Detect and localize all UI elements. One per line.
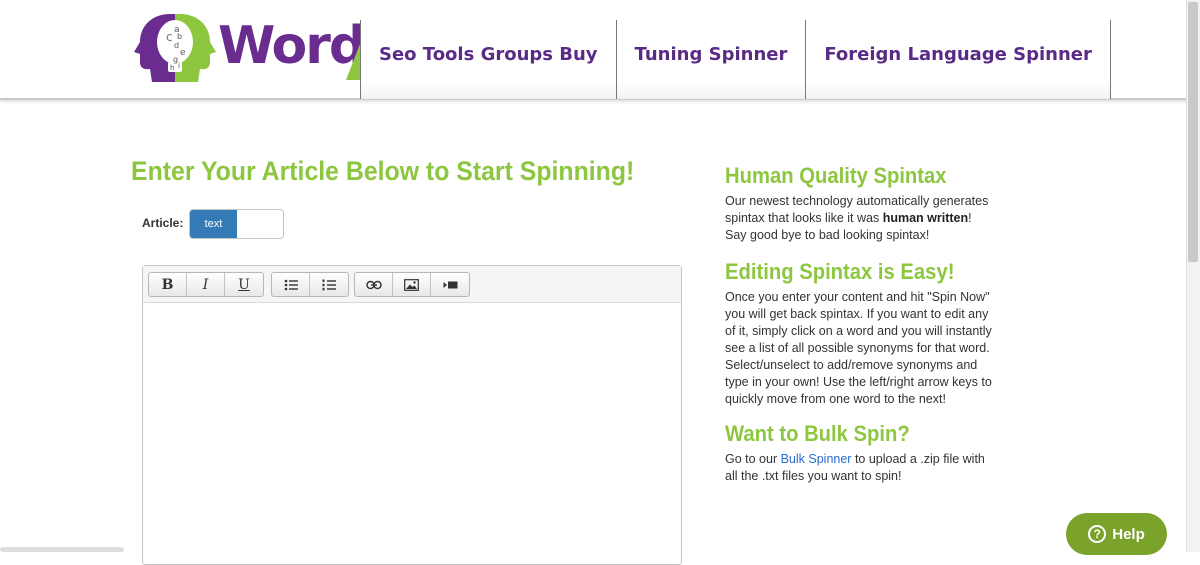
bulleted-list-icon <box>284 279 298 290</box>
underline-button[interactable]: U <box>225 273 263 296</box>
svg-text:i: i <box>178 62 180 70</box>
question-mark-icon: ? <box>1088 525 1107 543</box>
logo-accent-icon <box>346 44 360 80</box>
page-scrollbar[interactable] <box>1186 0 1200 552</box>
help-label: Help <box>1112 525 1145 543</box>
svg-text:c: c <box>166 30 173 44</box>
image-button[interactable] <box>393 273 431 296</box>
help-button[interactable]: ? Help <box>1066 513 1167 555</box>
page-title: Enter Your Article Below to Start Spinni… <box>131 156 635 186</box>
logo-heads-icon: a c b d e g h i <box>134 14 216 82</box>
site-logo[interactable]: a c b d e g h i Word <box>130 12 366 84</box>
bold-button[interactable]: B <box>149 273 187 296</box>
numbered-list-icon <box>322 279 336 290</box>
main-nav: Seo Tools Groups Buy Tuning Spinner Fore… <box>360 20 1111 99</box>
article-text-area[interactable] <box>143 303 681 564</box>
bulk-spin-heading: Want to Bulk Spin? <box>725 421 910 446</box>
article-label: Article: <box>142 216 184 230</box>
scrollbar-thumb[interactable] <box>1188 2 1198 262</box>
human-quality-text: Our newest technology automatically gene… <box>725 193 993 244</box>
video-icon <box>443 281 457 288</box>
article-editor: B I U <box>142 265 682 565</box>
bottom-scroll-indicator <box>0 547 124 552</box>
svg-text:b: b <box>177 32 182 41</box>
list-button-group <box>271 272 349 297</box>
site-header: a c b d e g h i Word Seo Tools Groups Bu… <box>0 0 1200 100</box>
bulk-spin-text: Go to our Bulk Spinner to upload a .zip … <box>725 451 993 485</box>
link-icon <box>365 280 382 289</box>
svg-text:e: e <box>180 48 186 58</box>
editing-spintax-text: Once you enter your content and hit "Spi… <box>725 290 992 406</box>
article-type-toggle[interactable]: text <box>189 209 284 239</box>
nav-item-foreign-language-spinner[interactable]: Foreign Language Spinner <box>805 20 1111 99</box>
logo-text: Word <box>218 16 366 76</box>
bulk-spinner-link[interactable]: Bulk Spinner <box>781 452 852 466</box>
numbered-list-button[interactable] <box>310 273 348 296</box>
italic-button[interactable]: I <box>187 273 225 296</box>
editing-spintax-heading: Editing Spintax is Easy! <box>725 259 955 284</box>
human-quality-heading: Human Quality Spintax <box>725 163 947 188</box>
bulleted-list-button[interactable] <box>272 273 310 296</box>
human-written-emphasis: human written <box>882 211 969 225</box>
format-button-group: B I U <box>148 272 264 297</box>
nav-item-tuning-spinner[interactable]: Tuning Spinner <box>615 20 806 99</box>
nav-item-seo-tools-groups-buy[interactable]: Seo Tools Groups Buy <box>360 20 616 99</box>
video-button[interactable] <box>431 273 469 296</box>
insert-button-group <box>354 272 470 297</box>
svg-text:h: h <box>170 64 174 72</box>
svg-text:d: d <box>174 41 179 50</box>
image-icon <box>404 278 419 291</box>
toggle-option-text[interactable]: text <box>190 210 237 238</box>
link-button[interactable] <box>355 273 393 296</box>
editor-toolbar: B I U <box>143 266 681 303</box>
bulk-spin-text-part1: Go to our <box>725 452 781 466</box>
